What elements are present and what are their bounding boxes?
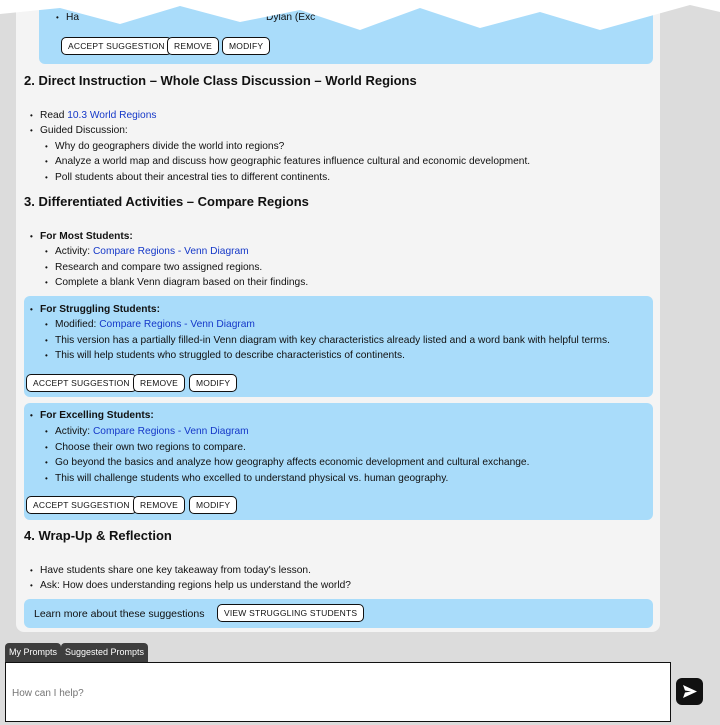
modify-button[interactable]: MODIFY xyxy=(189,374,238,392)
suggestion-panel-excelling: For Excelling Students: Activity: Compar… xyxy=(24,403,653,520)
list-item: Analyze a world map and discuss how geog… xyxy=(45,155,530,168)
list-item: For Excelling Students: xyxy=(30,409,154,422)
list-item: This will challenge students who excelle… xyxy=(45,472,448,485)
accept-suggestion-button[interactable]: ACCEPT SUGGESTION xyxy=(61,37,172,55)
list-item: Guided Discussion: xyxy=(30,124,128,137)
list-item: Choose their own two regions to compare. xyxy=(45,441,246,454)
list-item: Go beyond the basics and analyze how geo… xyxy=(45,456,529,469)
learn-more-text: Learn more about these suggestions xyxy=(34,608,205,620)
remove-button[interactable]: REMOVE xyxy=(167,37,220,55)
tab-my-prompts[interactable]: My Prompts xyxy=(5,643,62,662)
tab-suggested-prompts[interactable]: Suggested Prompts xyxy=(61,643,149,662)
lesson-plan-document: Ha Dylan (Exc ACCEPT SUGGESTION REMOVE M… xyxy=(16,0,660,632)
activity-link[interactable]: Compare Regions - Venn Diagram xyxy=(93,426,249,437)
accept-suggestion-button[interactable]: ACCEPT SUGGESTION xyxy=(26,374,137,392)
reading-link[interactable]: 10.3 World Regions xyxy=(67,110,156,121)
modify-button[interactable]: MODIFY xyxy=(222,37,271,55)
prompt-box xyxy=(5,662,671,722)
view-struggling-students-button[interactable]: VIEW STRUGGLING STUDENTS xyxy=(217,604,365,622)
activity-link[interactable]: Compare Regions - Venn Diagram xyxy=(99,319,255,330)
read-prefix: Read xyxy=(40,110,65,121)
list-item: Activity: Compare Regions - Venn Diagram xyxy=(45,425,249,438)
list-item: Read 10.3 World Regions xyxy=(30,109,156,122)
send-button[interactable] xyxy=(676,678,703,705)
list-item: Ask: How does understanding regions help… xyxy=(30,579,351,592)
remove-button[interactable]: REMOVE xyxy=(133,496,186,514)
learn-more-bar: Learn more about these suggestions VIEW … xyxy=(24,599,653,628)
list-item: This version has a partially filled-in V… xyxy=(45,334,610,347)
torn-edge-decoration xyxy=(0,0,720,30)
section-heading: 2. Direct Instruction – Whole Class Disc… xyxy=(24,73,417,88)
prompt-input[interactable] xyxy=(10,683,654,703)
send-icon xyxy=(683,685,697,698)
activity-link[interactable]: Compare Regions - Venn Diagram xyxy=(93,246,249,257)
remove-button[interactable]: REMOVE xyxy=(133,374,186,392)
list-item: Modified: Compare Regions - Venn Diagram xyxy=(45,318,255,331)
list-item: Research and compare two assigned region… xyxy=(45,261,262,274)
list-item: For Most Students: xyxy=(30,230,133,243)
accept-suggestion-button[interactable]: ACCEPT SUGGESTION xyxy=(26,496,137,514)
list-item: This will help students who struggled to… xyxy=(45,349,405,362)
list-item: Activity: Compare Regions - Venn Diagram xyxy=(45,245,249,258)
list-item: Have students share one key takeaway fro… xyxy=(30,564,311,577)
section-heading: 3. Differentiated Activities – Compare R… xyxy=(24,194,309,209)
list-item: Why do geographers divide the world into… xyxy=(45,140,284,153)
section-heading: 4. Wrap-Up & Reflection xyxy=(24,528,172,543)
list-item: Poll students about their ancestral ties… xyxy=(45,171,330,184)
suggestion-panel-struggling: For Struggling Students: Modified: Compa… xyxy=(24,296,653,397)
modify-button[interactable]: MODIFY xyxy=(189,496,238,514)
list-item: For Struggling Students: xyxy=(30,303,160,316)
list-item: Complete a blank Venn diagram based on t… xyxy=(45,276,308,289)
